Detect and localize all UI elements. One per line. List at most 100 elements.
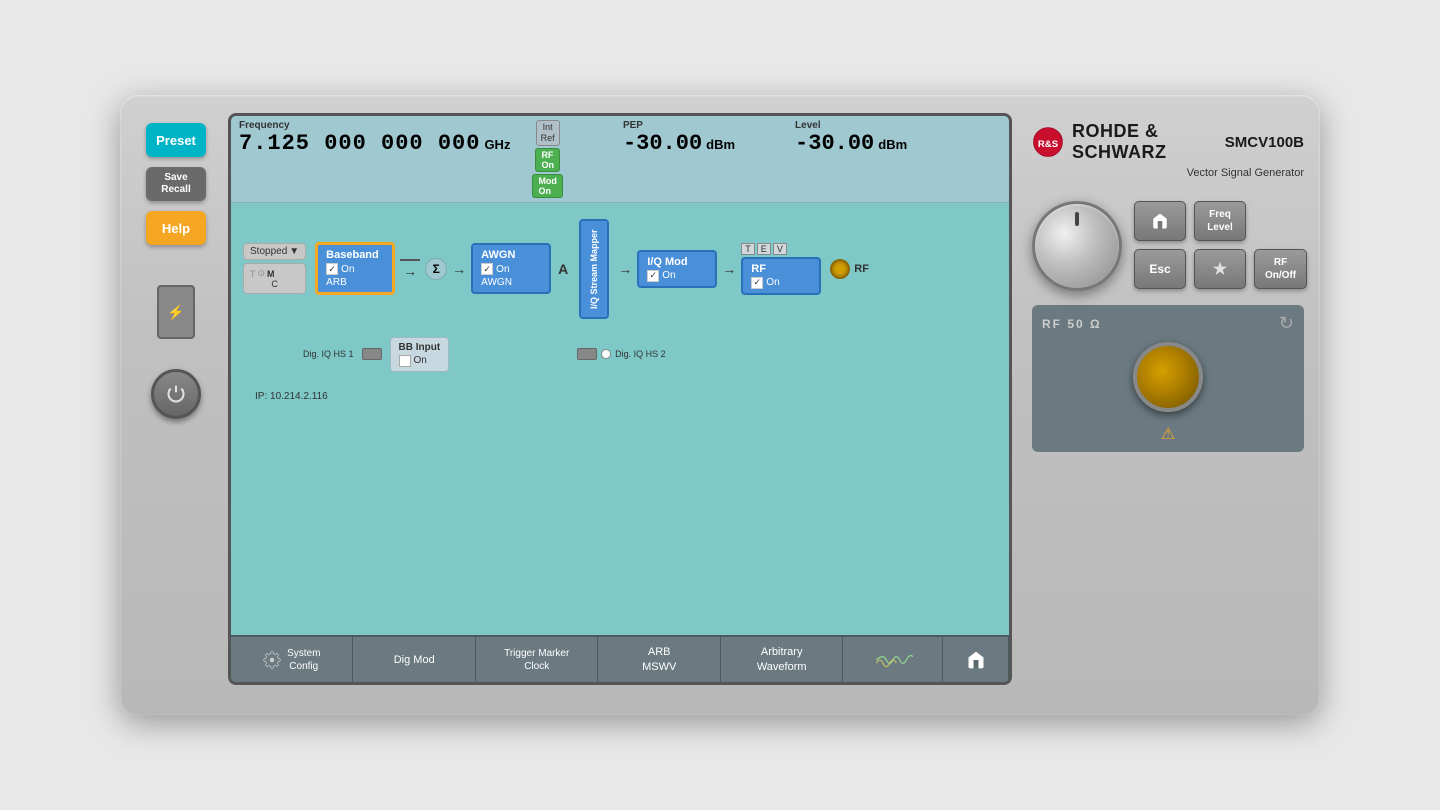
baseband-on-label: On	[341, 264, 354, 275]
tev-v: V	[773, 243, 787, 255]
warning-icon: ⚠	[1161, 424, 1175, 444]
gear-icon	[263, 651, 281, 669]
instrument-body: Preset SaveRecall Help ⚡ Frequency 7.125…	[120, 95, 1320, 715]
rf-section-title: RF 50 Ω	[1042, 317, 1102, 331]
star-button[interactable]: ★	[1194, 249, 1246, 289]
rf-block[interactable]: RF ✓ On	[741, 257, 821, 295]
middle-indicators: IntRef RFOn ModOn	[526, 120, 569, 198]
iq-mod-block[interactable]: I/Q Mod ✓ On	[637, 250, 717, 288]
menu-trigger-label: Trigger MarkerClock	[504, 647, 569, 673]
rf-on-off-button[interactable]: RFOn/Off	[1254, 249, 1307, 289]
rf-connector-dot	[830, 259, 850, 279]
status-bar: Frequency 7.125 000 000 000 GHz IntRef R…	[231, 116, 1009, 203]
signal-flow: Stopped ▼ T ⊙ M C	[231, 203, 1009, 636]
awgn-on-label: On	[496, 264, 509, 275]
pep-label: PEP	[623, 120, 735, 131]
bb-input-block[interactable]: BB Input On	[390, 337, 450, 372]
arrow-2: →	[452, 261, 466, 277]
baseband-arb-label: ARB	[326, 277, 384, 288]
esc-button[interactable]: Esc	[1134, 249, 1186, 289]
awgn-sub-label: AWGN	[481, 277, 541, 288]
baseband-title: Baseband	[326, 249, 384, 261]
bb-input-checkbox[interactable]	[399, 355, 411, 367]
right-buttons: FreqLevel Esc ★ RFOn/Off	[1134, 201, 1307, 289]
awgn-checkbox[interactable]: ✓	[481, 263, 493, 275]
power-button[interactable]	[151, 369, 201, 419]
stopped-badge: Stopped ▼	[243, 243, 306, 260]
svg-text:R&S: R&S	[1038, 139, 1059, 150]
middle-button-row: Esc ★ RFOn/Off	[1134, 249, 1307, 289]
level-section: Level -30.00 dBm	[779, 120, 923, 198]
tev-bar: T E V	[741, 243, 821, 255]
baseband-block[interactable]: Baseband ✓ On ARB	[315, 242, 395, 295]
dig-iq-hs2-dot	[601, 349, 611, 359]
home-button[interactable]	[1134, 201, 1186, 241]
rf-checkbox[interactable]: ✓	[751, 277, 763, 289]
rf-output-label: RF	[854, 263, 869, 275]
wave-icon	[873, 646, 913, 674]
brand-row: R&S ROHDE & SCHWARZ SMCV100B	[1032, 121, 1304, 163]
a-label: A	[558, 261, 568, 277]
menu-arbitrary-waveform[interactable]: ArbitraryWaveform	[721, 637, 843, 682]
rf-section: RF 50 Ω ↻ ⚠	[1032, 305, 1304, 452]
mod-on-indicator: ModOn	[532, 174, 563, 198]
rf-section-top-row: RF 50 Ω ↻	[1042, 313, 1294, 334]
baseband-checkbox-row: ✓ On	[326, 263, 384, 275]
tev-e: E	[757, 243, 771, 255]
rs-logo: R&S	[1032, 126, 1064, 158]
menu-arb-mswv-label: ARBMSWV	[642, 645, 676, 674]
flow-line-1	[400, 259, 420, 261]
iq-mod-title: I/Q Mod	[647, 256, 707, 268]
rf-on-indicator: RFOn	[535, 148, 560, 172]
frequency-section: Frequency 7.125 000 000 000 GHz	[239, 120, 510, 198]
menu-arb-mswv[interactable]: ARBMSWV	[598, 637, 720, 682]
tmc-block: T ⊙ M C	[243, 263, 306, 294]
dig-iq-hs2-connector	[577, 348, 597, 360]
awgn-title: AWGN	[481, 249, 541, 261]
sigma-block: Σ	[425, 258, 447, 280]
menu-dig-mod[interactable]: Dig Mod	[353, 637, 475, 682]
arrow-4: →	[722, 261, 736, 277]
save-recall-button[interactable]: SaveRecall	[146, 167, 206, 201]
int-ref-indicator: IntRef	[536, 120, 560, 146]
dig-iq-hs2-area: Dig. IQ HS 2	[577, 348, 666, 360]
freq-level-button[interactable]: FreqLevel	[1194, 201, 1246, 241]
knob-and-buttons-area: FreqLevel Esc ★ RFOn/Off	[1032, 201, 1304, 291]
preset-button[interactable]: Preset	[146, 123, 206, 157]
menu-bar: SystemConfig Dig Mod Trigger MarkerClock…	[231, 635, 1009, 682]
frequency-value: 7.125 000 000 000	[239, 131, 480, 156]
stream-mapper-label: I/Q Stream Mapper	[589, 229, 599, 309]
menu-system-config[interactable]: SystemConfig	[231, 637, 353, 682]
ip-label: IP: 10.214.2.116	[255, 391, 328, 402]
bb-input-on-label: On	[414, 355, 427, 366]
menu-home-item[interactable]	[943, 637, 1009, 682]
rf-checkbox-row: ✓ On	[751, 277, 811, 289]
arrow-1: →	[403, 263, 417, 279]
brand-name: ROHDE & SCHWARZ	[1072, 121, 1217, 163]
level-unit: dBm	[878, 137, 907, 152]
rf-connector-large	[1133, 342, 1203, 412]
pep-unit: dBm	[706, 137, 735, 152]
help-button[interactable]: Help	[146, 211, 206, 245]
menu-trigger-marker-clock[interactable]: Trigger MarkerClock	[476, 637, 598, 682]
rf-block-title: RF	[751, 263, 811, 275]
baseband-checkbox[interactable]: ✓	[326, 263, 338, 275]
rf-on-label: On	[766, 277, 779, 288]
awgn-block[interactable]: AWGN ✓ On AWGN	[471, 243, 551, 294]
star-icon: ★	[1213, 259, 1227, 279]
home-btn-icon	[1151, 212, 1169, 230]
level-value: -30.00	[795, 131, 874, 156]
iq-mod-checkbox[interactable]: ✓	[647, 270, 659, 282]
brand-header: R&S ROHDE & SCHWARZ SMCV100B Vector Sign…	[1032, 113, 1304, 193]
menu-system-config-label: SystemConfig	[287, 647, 320, 673]
home-icon	[966, 650, 986, 670]
left-panel: Preset SaveRecall Help ⚡	[136, 113, 216, 685]
menu-dig-mod-label: Dig Mod	[394, 654, 435, 666]
bb-input-title: BB Input	[399, 342, 441, 353]
stream-mapper-block[interactable]: I/Q Stream Mapper	[579, 219, 609, 319]
pep-section: PEP -30.00 dBm	[607, 120, 751, 198]
main-knob[interactable]	[1032, 201, 1122, 291]
menu-wave-icon-item[interactable]	[843, 637, 943, 682]
level-label: Level	[795, 120, 907, 131]
iq-mod-checkbox-row: ✓ On	[647, 270, 707, 282]
